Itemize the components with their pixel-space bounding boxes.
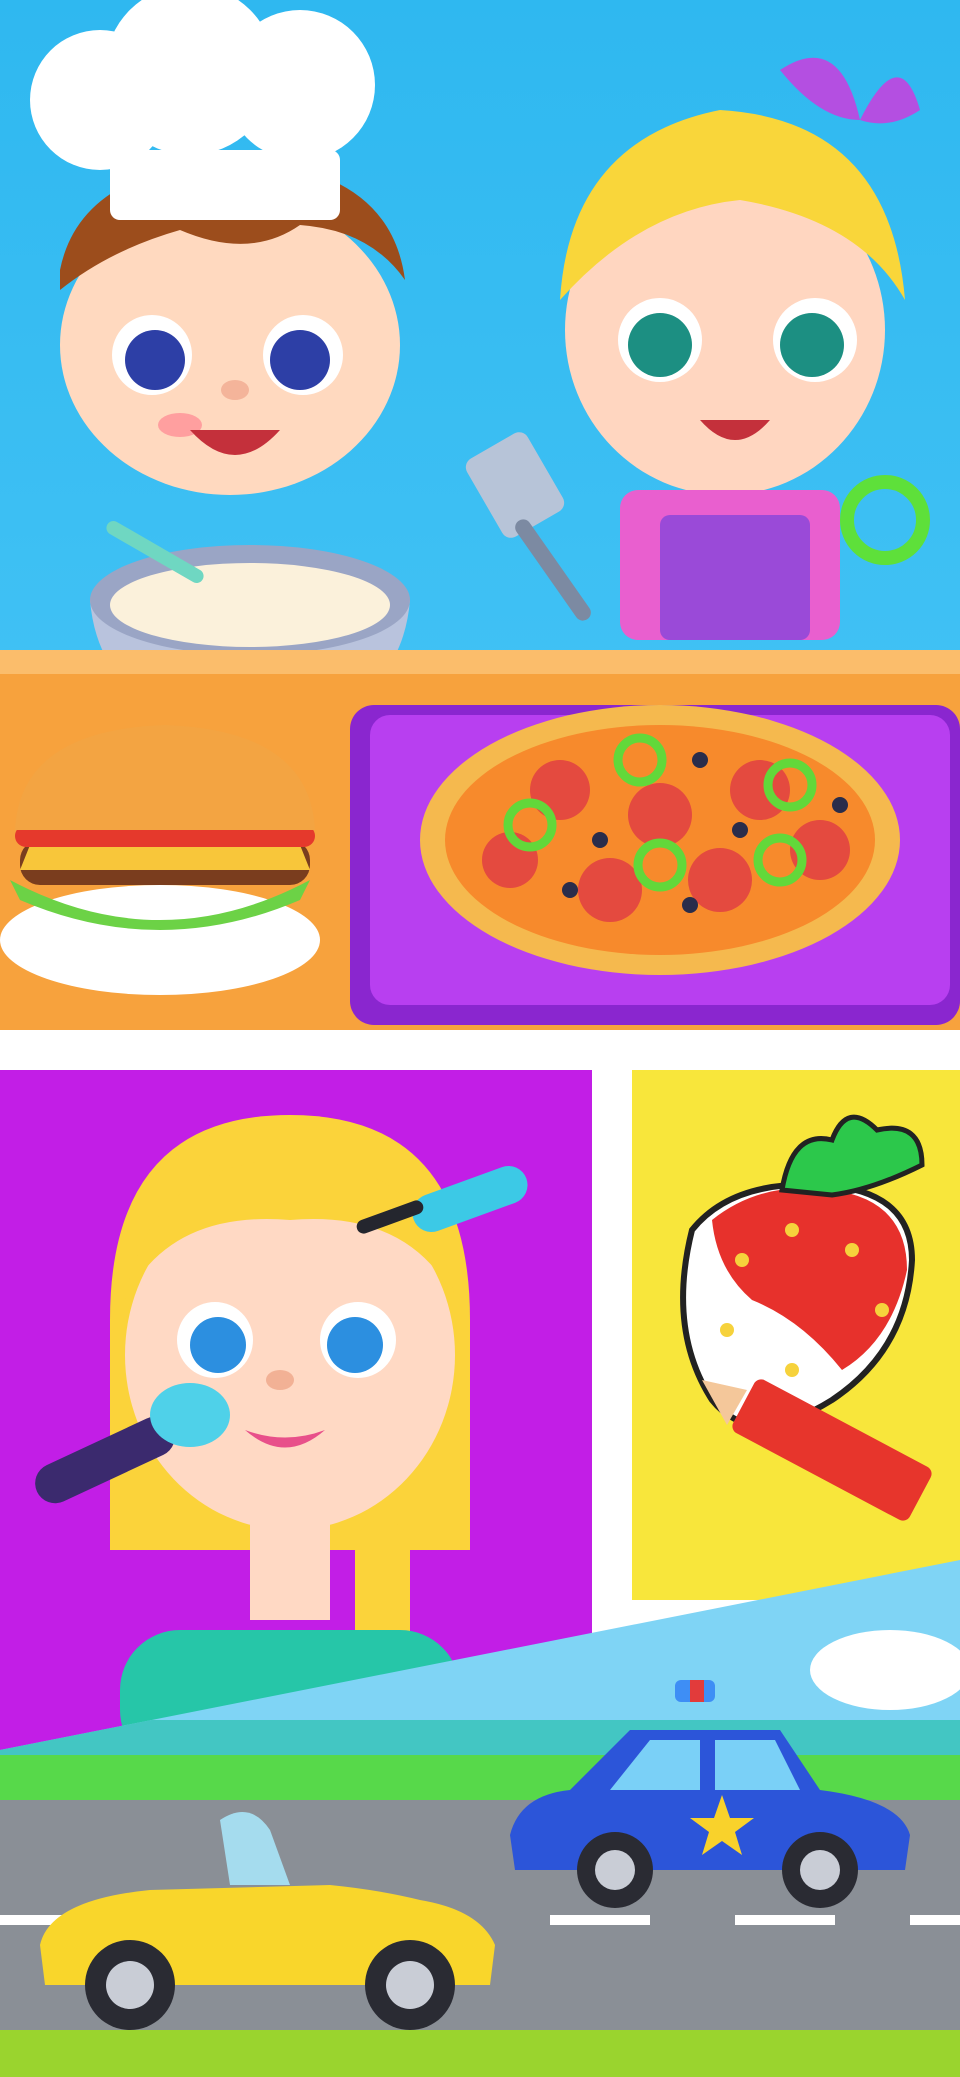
- spatula-icon: [465, 432, 591, 621]
- chef-boy: [30, 0, 405, 495]
- coloring-scene: [680, 1114, 932, 1521]
- coloring-game-panel[interactable]: [632, 1070, 960, 1600]
- strawberry-icon: [680, 1114, 925, 1428]
- chef-hat-icon: [30, 0, 375, 220]
- green-pepper-ring: [840, 475, 930, 565]
- pizza-icon: [420, 705, 900, 975]
- cooking-scene: [0, 0, 960, 1030]
- cooking-game-panel[interactable]: [0, 0, 960, 1030]
- burger-icon: [0, 725, 320, 995]
